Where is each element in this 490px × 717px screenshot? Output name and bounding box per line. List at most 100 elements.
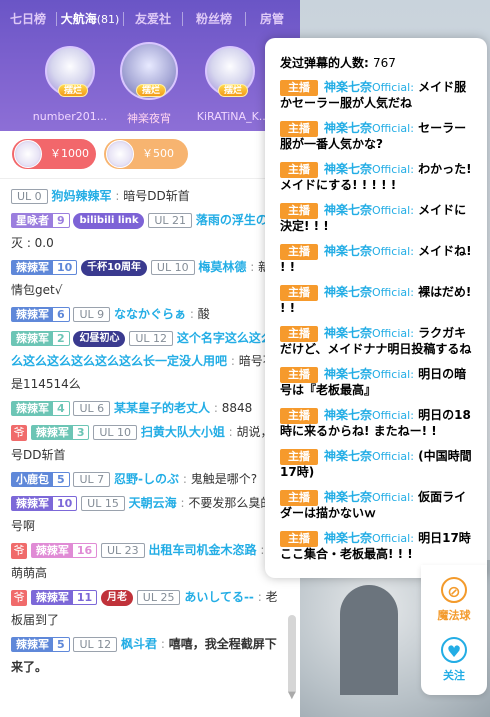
chat-username[interactable]: 梅莫林德 [198,260,246,274]
fan-medal[interactable]: 辣辣军 10 [11,496,78,511]
tab-weekly[interactable]: 七日榜 [0,4,56,34]
fan-medal[interactable]: 辣辣军 2 [11,331,70,346]
separator: : [213,401,218,415]
sender-name[interactable]: 神楽七奈 [324,121,372,135]
official-label: Official: [372,204,414,217]
separator: : [189,307,194,321]
gift-amount: ￥1000 [50,147,89,160]
user-level-badge: UL 0 [11,189,48,204]
chat-username[interactable]: 扫黄大队大小姐 [141,425,225,439]
fan-medal-level: 2 [53,332,69,345]
host-badge: 主播 [280,367,318,383]
fan-medal[interactable]: 星咏者 9 [11,213,70,228]
count-value: 767 [373,56,396,70]
rank-name[interactable]: number201... [25,110,115,123]
user-level-badge: UL 9 [73,307,111,322]
chat-message: UL 0 狗妈辣辣军 : 暗号DD斩首 [11,185,286,208]
gift-1000[interactable]: ￥1000 [12,139,96,169]
follow-button[interactable]: ♥ 关注 [421,637,487,683]
host-badge: 主播 [280,121,318,137]
danmaku-item: 主播 神楽七奈Official: 明日17時ここ集合・老板最高! ! ! [280,531,472,562]
rank-badge: 摆烂 [58,84,89,97]
sender-name[interactable]: 神楽七奈 [324,80,372,94]
chat-message: 辣辣军 10 UL 15 天朝云海 : 不要发那么臭的暗号啊 [11,492,286,538]
scrollbar[interactable] [288,615,296,695]
tab-guard[interactable]: 大航海(81) [57,4,123,34]
official-label: Official: [372,409,414,422]
tab-bar: 七日榜 大航海(81) 友爱社 粉丝榜 房管 [0,4,300,34]
fan-medal[interactable]: 辣辣军 4 [11,401,70,416]
chat-username[interactable]: 落雨の浮生の [196,213,268,227]
fan-medal[interactable]: 辣辣军 3 [30,425,90,440]
sender-name[interactable]: 神楽七奈 [324,326,372,340]
fan-medal-name: 辣辣军 [35,544,69,557]
danmaku-item: 主播 神楽七奈Official: メイドに決定! ! ! [280,203,472,234]
chat-username[interactable]: 天朝云海 [129,496,177,510]
tab-club[interactable]: 友爱社 [124,4,182,34]
danmaku-item: 主播 神楽七奈Official: わかった! メイドにする! ! ! ! ! [280,162,472,193]
fan-medal[interactable]: 辣辣军 16 [30,543,98,558]
sender-name[interactable]: 神楽七奈 [324,490,372,504]
fan-medal[interactable]: 辣辣军 10 [11,260,78,275]
fan-medal-level: 5 [53,473,69,486]
follow-label: 关注 [443,669,465,682]
sender-name[interactable]: 神楽七奈 [324,449,372,463]
magic-ball-label: 魔法球 [437,609,471,622]
left-panel: 七日榜 大航海(81) 友爱社 粉丝榜 房管 摆烂 摆烂 摆烂 number20… [0,0,300,717]
fan-medal-name: 辣辣军 [16,497,49,510]
host-badge: 主播 [280,80,318,96]
fan-medal-level: 5 [53,638,69,651]
danmaku-item: 主播 神楽七奈Official: メイドね! ! ! [280,244,472,275]
sender-name[interactable]: 神楽七奈 [324,531,372,545]
chat-username[interactable]: 狗妈辣辣军 [52,189,112,203]
rank-name[interactable]: 神楽夜宵 [104,110,194,126]
tab-label: 房管 [259,12,284,26]
sender-name[interactable]: 神楽七奈 [324,162,372,176]
guard-icon: 爷 [11,589,27,606]
title-medal: 千杯10周年 [81,259,148,276]
scroll-down-icon[interactable]: ▼ [288,690,300,701]
danmaku-item: 主播 神楽七奈Official: 仮面ライダーは描かないｗ [280,490,472,521]
gift-amount: ￥500 [142,147,174,160]
fan-medal-name: 辣辣军 [16,638,49,651]
fan-medal-name: 辣辣军 [16,261,49,274]
official-label: Official: [372,81,414,94]
fan-medal[interactable]: 小鹿包 5 [11,472,70,487]
tab-admin[interactable]: 房管 [246,4,298,34]
danmaku-item: 主播 神楽七奈Official: (中国時間17時) [280,449,472,480]
sender-name[interactable]: 神楽七奈 [324,244,372,258]
chat-username[interactable]: 忍野-しのぶ [114,472,179,486]
user-level-badge: UL 10 [150,260,195,275]
chat-username[interactable]: ななかぐらぁ [114,307,186,321]
danmaku-list: 主播 神楽七奈Official: メイド服かセーラー服が人気だね 主播 神楽七奈Off… [280,80,472,562]
fan-medal[interactable]: 辣辣军 11 [30,590,98,605]
official-label: Official: [372,245,414,258]
user-level-badge: UL 10 [93,425,137,440]
separator: : [260,543,265,557]
fan-medal[interactable]: 辣辣军 6 [11,307,70,322]
host-badge: 主播 [280,408,318,424]
separator: : [230,354,235,368]
chat-username[interactable]: あいしてる-- [184,590,254,604]
chat-list: UL 0 狗妈辣辣军 : 暗号DD斩首 星咏者 9 bilibili link UL… [0,185,290,705]
sender-name[interactable]: 神楽七奈 [324,203,372,217]
sender-name[interactable]: 神楽七奈 [324,285,372,299]
chat-username[interactable]: 某某皇子的老丈人 [114,401,210,415]
sender-name[interactable]: 神楽七奈 [324,408,372,422]
ranking-header: 七日榜 大航海(81) 友爱社 粉丝榜 房管 摆烂 摆烂 摆烂 number20… [0,0,300,131]
chat-username[interactable]: 出租车司机金木恣路 [148,543,256,557]
official-label: Official: [372,368,414,381]
sender-name[interactable]: 神楽七奈 [324,367,372,381]
avatar [14,140,42,168]
chat-message: 小鹿包 5 UL 7 忍野-しのぶ : 鬼触是哪个? [11,468,286,491]
danmaku-item: 主播 神楽七奈Official: ラクガキだけど、メイドナナ明日投稿するね [280,326,472,357]
gift-500[interactable]: ￥500 [104,139,188,169]
magic-ball-button[interactable]: ⊘ 魔法球 [421,577,487,623]
fan-medal[interactable]: 辣辣军 5 [11,637,70,652]
tab-fans[interactable]: 粉丝榜 [183,4,245,34]
side-panel: ⊘ 魔法球 ♥ 关注 [421,565,487,695]
chat-username[interactable]: 枫斗君 [121,637,157,651]
chat-message: 辣辣军 2 幻昼初心 UL 12 这个名字这么这么这么这么这么这么这么这么长一定没… [11,327,286,396]
title-medal: 幻昼初心 [73,330,126,347]
host-badge: 主播 [280,285,318,301]
